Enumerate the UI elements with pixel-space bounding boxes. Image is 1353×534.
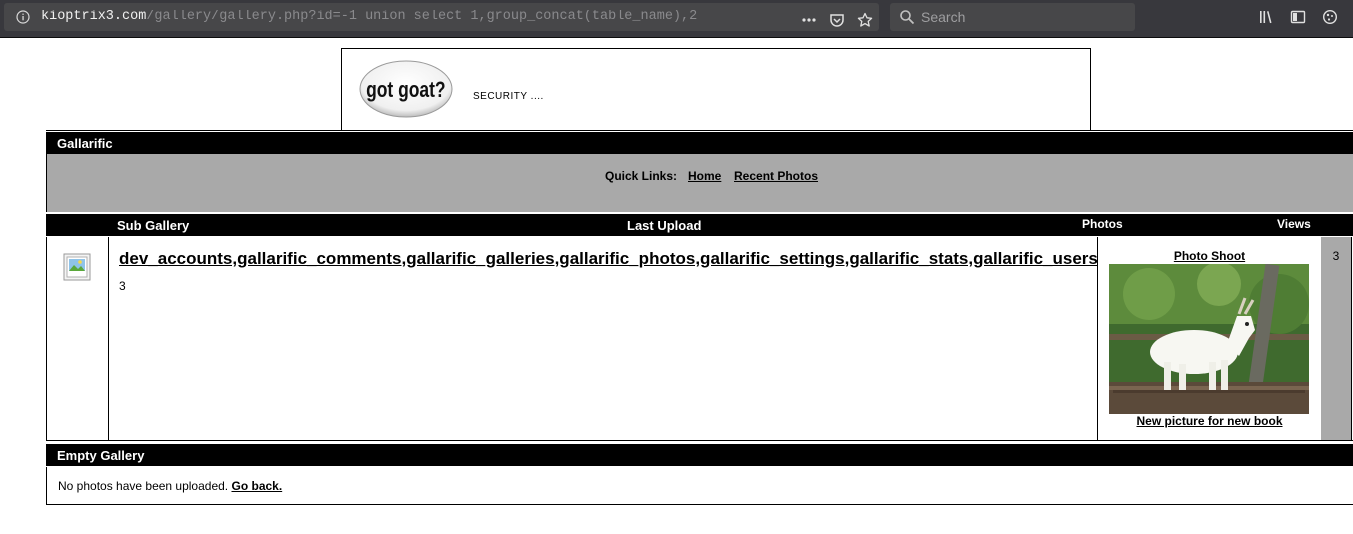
got-goat-logo[interactable]: got goat? (358, 59, 454, 119)
column-last-upload: Last Upload (627, 218, 702, 233)
empty-gallery-message-line: No photos have been uploaded. Go back. (58, 479, 282, 493)
quick-links-panel: Quick Links: Home Recent Photos (46, 154, 1353, 212)
url-text[interactable]: kioptrix3.com/gallery/gallery.php?id=-1 … (41, 10, 771, 24)
go-back-link[interactable]: Go back. (231, 479, 282, 493)
info-icon[interactable] (16, 10, 30, 24)
gallery-row: dev_accounts,gallarific_comments,gallari… (46, 237, 1353, 441)
column-views: Views (1277, 217, 1311, 231)
gallarific-header: Gallarific (46, 132, 1353, 154)
quick-links-label: Quick Links: (605, 169, 678, 183)
photo-title-link[interactable]: Photo Shoot (1098, 249, 1321, 263)
search-placeholder: Search (921, 9, 966, 25)
sidebar-icon[interactable] (1290, 9, 1306, 25)
recent-photos-link[interactable]: Recent Photos (734, 169, 818, 183)
column-header-row: Sub Gallery Last Upload Photos Views (46, 214, 1353, 236)
home-link[interactable]: Home (688, 169, 721, 183)
search-box[interactable]: Search (890, 3, 1135, 31)
browser-toolbar: kioptrix3.com/gallery/gallery.php?id=-1 … (0, 0, 1353, 38)
search-icon (900, 10, 915, 25)
pocket-icon[interactable] (829, 12, 845, 28)
site-tagline: SECURITY .... (473, 91, 544, 102)
last-upload-cell: Photo Shoot New picture for new book (1097, 237, 1322, 440)
library-icon[interactable] (1258, 9, 1274, 25)
url-fade (704, 7, 784, 27)
empty-gallery-title: Empty Gallery (57, 448, 145, 463)
logo-text: got goat? (366, 78, 446, 102)
views-count: 3 (1332, 249, 1340, 263)
tracking-protection-icon[interactable] (1322, 9, 1338, 25)
gallery-photo-count: 3 (119, 279, 126, 293)
divider (46, 130, 1353, 131)
site-header: got goat? SECURITY .... (341, 48, 1091, 131)
more-actions-icon[interactable] (801, 12, 817, 28)
views-cell: 3 (1321, 237, 1352, 440)
url-bar[interactable]: kioptrix3.com/gallery/gallery.php?id=-1 … (4, 3, 879, 31)
column-photos: Photos (1082, 217, 1123, 231)
goat-photo[interactable] (1109, 264, 1309, 414)
photo-caption-link[interactable]: New picture for new book (1098, 414, 1321, 428)
url-path: /gallery/gallery.php?id=-1 union select … (146, 10, 698, 24)
gallarific-title: Gallarific (57, 136, 113, 151)
column-sub-gallery: Sub Gallery (117, 218, 190, 233)
empty-gallery-message: No photos have been uploaded. (58, 479, 229, 493)
empty-gallery-row: No photos have been uploaded. Go back. (46, 467, 1353, 505)
gallery-name-link[interactable]: dev_accounts,gallarific_comments,gallari… (119, 249, 1098, 269)
gallery-thumb-cell (47, 237, 109, 440)
gallery-image-icon[interactable] (63, 253, 91, 281)
empty-gallery-header: Empty Gallery (46, 444, 1353, 466)
bookmark-star-icon[interactable] (857, 12, 873, 28)
url-host: kioptrix3.com (41, 10, 147, 24)
